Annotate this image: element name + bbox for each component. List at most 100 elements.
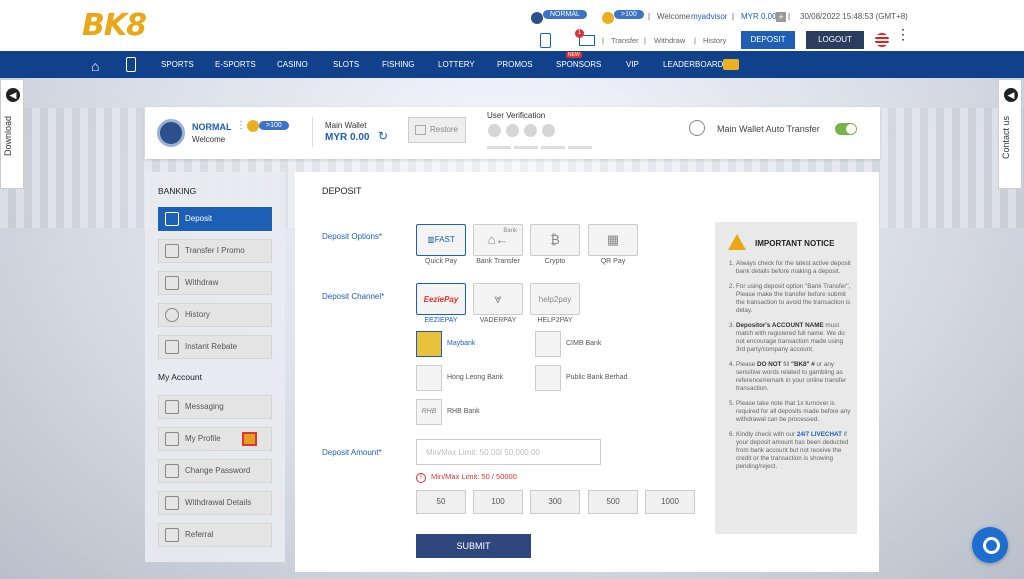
bitcoin-icon: ₿ [550,232,560,247]
email-icon[interactable] [506,124,519,137]
help2pay-logo: help2pay [538,295,572,304]
nav-fishing[interactable]: FISHING [382,60,414,69]
envelope-icon [165,400,179,414]
wallet-label: Main Wallet [325,121,367,130]
header-sep-5: | [644,36,646,45]
nav-sports[interactable]: SPORTS [161,60,194,69]
deposit-amount-label: Deposit Amount* [322,448,382,457]
user-icon[interactable] [488,124,501,137]
sidebar-item-referral[interactable]: Referral [158,523,272,547]
sidebar-item-label: Instant Rebate [185,342,238,351]
bank-cimb[interactable] [535,331,561,357]
sidebar-item-withdrawal-details[interactable]: Withdrawal Details [158,491,272,515]
mobile-nav-icon[interactable] [126,57,136,72]
notification-count: 1 [575,29,584,38]
user-lock-icon [165,464,179,478]
refresh-icon[interactable]: ↻ [378,129,388,143]
logout-button[interactable]: LOGOUT [806,31,864,49]
option-qr-pay[interactable]: ▦ [588,224,638,256]
sidebar-item-label: Change Password [185,466,251,475]
live-chat-button[interactable] [972,527,1008,563]
sidebar-item-rebate[interactable]: Instant Rebate [158,335,272,359]
logo-eight: 8 [126,8,147,43]
notice-item: Please DO NOT fill "BK8" # or any sensit… [736,361,853,393]
transfer-link[interactable]: Transfer [611,36,639,45]
home-icon[interactable]: ⌂ [91,58,99,74]
history-link[interactable]: History [703,36,726,45]
nav-promos[interactable]: PROMOS [497,60,533,69]
verify-bar [568,146,592,149]
submit-button[interactable]: SUBMIT [416,534,531,558]
profile-bar: NORMAL ⋮ >100 Welcome Main Wallet MYR 0.… [145,107,880,159]
channel-help2pay[interactable]: help2pay [530,283,580,315]
bank-hong-leong[interactable] [416,365,442,391]
divider [312,117,313,147]
mobile-icon[interactable] [540,33,551,48]
profile-welcome: Welcome [192,135,226,144]
sidebar-item-history[interactable]: History [158,303,272,327]
quick-amount-button[interactable]: 1000 [645,490,695,514]
header-balance: MYR 0.00 [741,12,777,21]
sidebar-item-label: Referral [185,530,214,539]
level-badge-icon [531,12,543,24]
nav-vip[interactable]: VIP [626,60,639,69]
bank-icon[interactable] [542,124,555,137]
sidebar-item-change-password[interactable]: Change Password [158,459,272,483]
bank-building-icon [165,496,179,510]
channel-label: EEZIEPAY [424,317,458,324]
deposit-amount-input[interactable]: Min/Max Limit: 50.00/ 50,000.00 [416,439,601,465]
sidebar-item-messaging[interactable]: Messaging [158,395,272,419]
malaysia-flag-icon[interactable] [875,33,889,47]
quick-amount-button[interactable]: 100 [473,490,523,514]
nav-slots[interactable]: SLOTS [333,60,359,69]
quick-amount-button[interactable]: 300 [530,490,580,514]
nav-sponsors[interactable]: SPONSORS [556,60,601,69]
header-sep-3: | [788,12,791,21]
option-bank-transfer[interactable]: ⌂← Bank [473,224,523,256]
bank-maybank[interactable] [416,331,442,357]
contact-label: Contact us [1001,116,1011,160]
header-sep-1: | [648,12,651,21]
sidebar-item-profile[interactable]: My Profile [158,427,272,451]
option-quick-pay[interactable]: ▥FAST [416,224,466,256]
channel-eeziepay[interactable]: EeziePay [416,283,466,315]
sidebar-item-label: My Profile [185,434,221,443]
nav-esports[interactable]: E-SPORTS [215,60,256,69]
verification-label: User Verification [487,111,546,120]
nav-lottery[interactable]: LOTTERY [438,60,475,69]
channel-vaderpay[interactable]: ⩔ [473,283,523,315]
bank-rhb[interactable]: RHB [416,399,442,425]
deposit-channel-label: Deposit Channel* [322,292,385,301]
quick-amount-button[interactable]: 50 [416,490,466,514]
bank-public-bank[interactable] [535,365,561,391]
more-dots-icon: ⋮ [236,120,246,131]
more-menu-icon[interactable]: ⋮ [896,27,910,41]
restore-button[interactable]: Restore [408,117,466,143]
notice-item: Kindly check with our 24/7 LIVECHAT if y… [736,431,853,471]
sidebar-item-deposit[interactable]: Deposit [158,207,272,231]
profile-points: >100 [259,121,289,130]
header-deposit-button[interactable]: DEPOSIT [741,31,795,49]
quick-amount-button[interactable]: 500 [588,490,638,514]
option-label: Quick Pay [425,258,457,265]
username[interactable]: myadvisor [691,12,727,21]
crown-icon [723,59,739,70]
option-crypto[interactable]: ₿ [530,224,580,256]
limit-error-text: Min/Max Limit: 50 / 50000 [431,472,517,481]
fast-logo-text: FAST [434,235,455,244]
contact-tab[interactable]: ◀ Contact us [998,79,1022,189]
auto-transfer-toggle[interactable] [835,123,857,135]
sidebar-item-transfer[interactable]: Transfer I Promo [158,239,272,263]
add-funds-icon[interactable]: + [776,12,786,22]
arrow-left-icon: ◀ [6,88,20,102]
header-datetime: 30/08/2022 15:48:53 (GMT+8) [800,12,908,21]
phone-icon[interactable] [524,124,537,137]
profile-level: NORMAL [192,122,232,132]
sidebar-item-withdraw[interactable]: Withdraw [158,271,272,295]
withdraw-link[interactable]: Withdraw [654,36,685,45]
transfer-icon [165,244,179,258]
nav-casino[interactable]: CASINO [277,60,308,69]
nav-leaderboard[interactable]: LEADERBOARD [663,60,723,69]
bk8-logo[interactable]: BK8 [82,8,147,43]
download-tab[interactable]: ◀ Download [0,79,24,189]
